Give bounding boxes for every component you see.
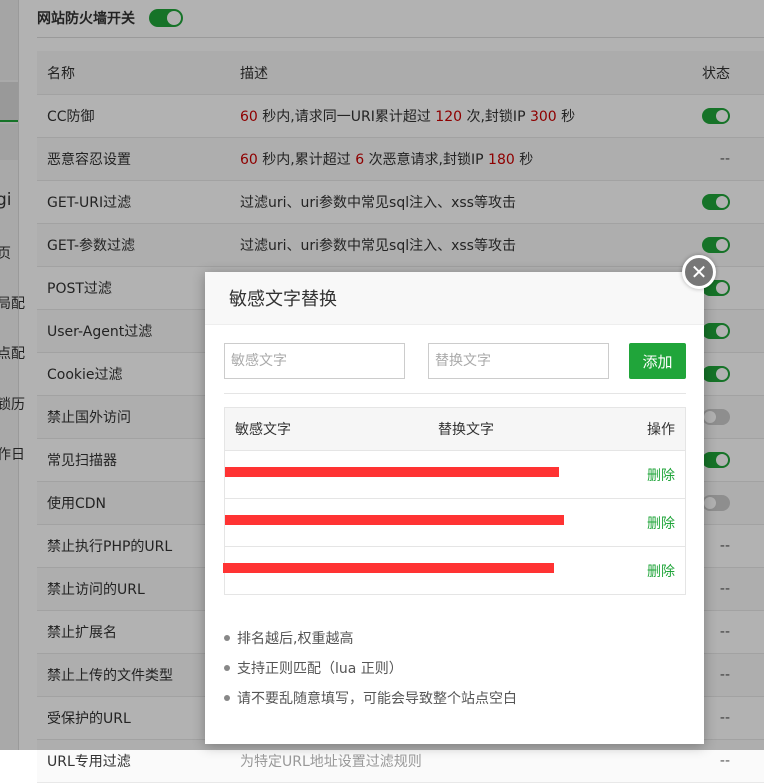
tips-list: 排名越后,权重越高 支持正则匹配（lua 正则） 请不要乱随意填写，可能会导致整… (224, 624, 517, 714)
bullet-icon (224, 635, 230, 641)
sensitive-word-input[interactable] (224, 343, 405, 379)
tip-item: 支持正则匹配（lua 正则） (224, 654, 517, 684)
redaction-bar (225, 514, 564, 525)
divider (224, 393, 686, 394)
tip-item: 请不要乱随意填写，可能会导致整个站点空白 (224, 684, 517, 714)
bullet-icon (224, 695, 230, 701)
bullet-icon (224, 665, 230, 671)
redacted-cell (224, 498, 618, 547)
delete-button[interactable]: 删除 (647, 564, 675, 580)
tip-text: 支持正则匹配（lua 正则） (237, 661, 403, 677)
column-header-action: 操作 (618, 407, 686, 451)
table-row: 删除 (224, 450, 686, 499)
tip-item: 排名越后,权重越高 (224, 624, 517, 654)
delete-cell: 删除 (618, 498, 686, 547)
delete-button[interactable]: 删除 (647, 468, 675, 484)
redaction-bar (225, 466, 559, 477)
redacted-cell (223, 546, 618, 595)
redacted-cell (224, 450, 618, 499)
replace-word-input[interactable] (428, 343, 609, 379)
add-button[interactable]: 添加 (629, 343, 686, 379)
sensitive-words-modal: 敏感文字替换 添加 敏感文字 替换文字 操作 删除 删除 删除 (205, 272, 704, 744)
table-row: 删除 (223, 546, 686, 595)
add-word-form: 添加 (224, 343, 686, 381)
tip-text: 请不要乱随意填写，可能会导致整个站点空白 (237, 691, 517, 707)
close-icon[interactable]: ✕ (682, 255, 716, 289)
delete-cell: 删除 (618, 450, 686, 499)
tip-text: 排名越后,权重越高 (237, 631, 354, 647)
column-header-replace: 替换文字 (428, 407, 618, 451)
column-header-sensitive: 敏感文字 (224, 407, 428, 451)
delete-button[interactable]: 删除 (647, 516, 675, 532)
delete-cell: 删除 (618, 546, 686, 595)
modal-title: 敏感文字替换 (205, 272, 704, 325)
sensitive-words-table: 敏感文字 替换文字 操作 删除 删除 删除 (223, 407, 686, 595)
table-row: 删除 (224, 498, 686, 547)
redaction-bar (223, 562, 554, 573)
words-table-header: 敏感文字 替换文字 操作 (224, 407, 686, 451)
